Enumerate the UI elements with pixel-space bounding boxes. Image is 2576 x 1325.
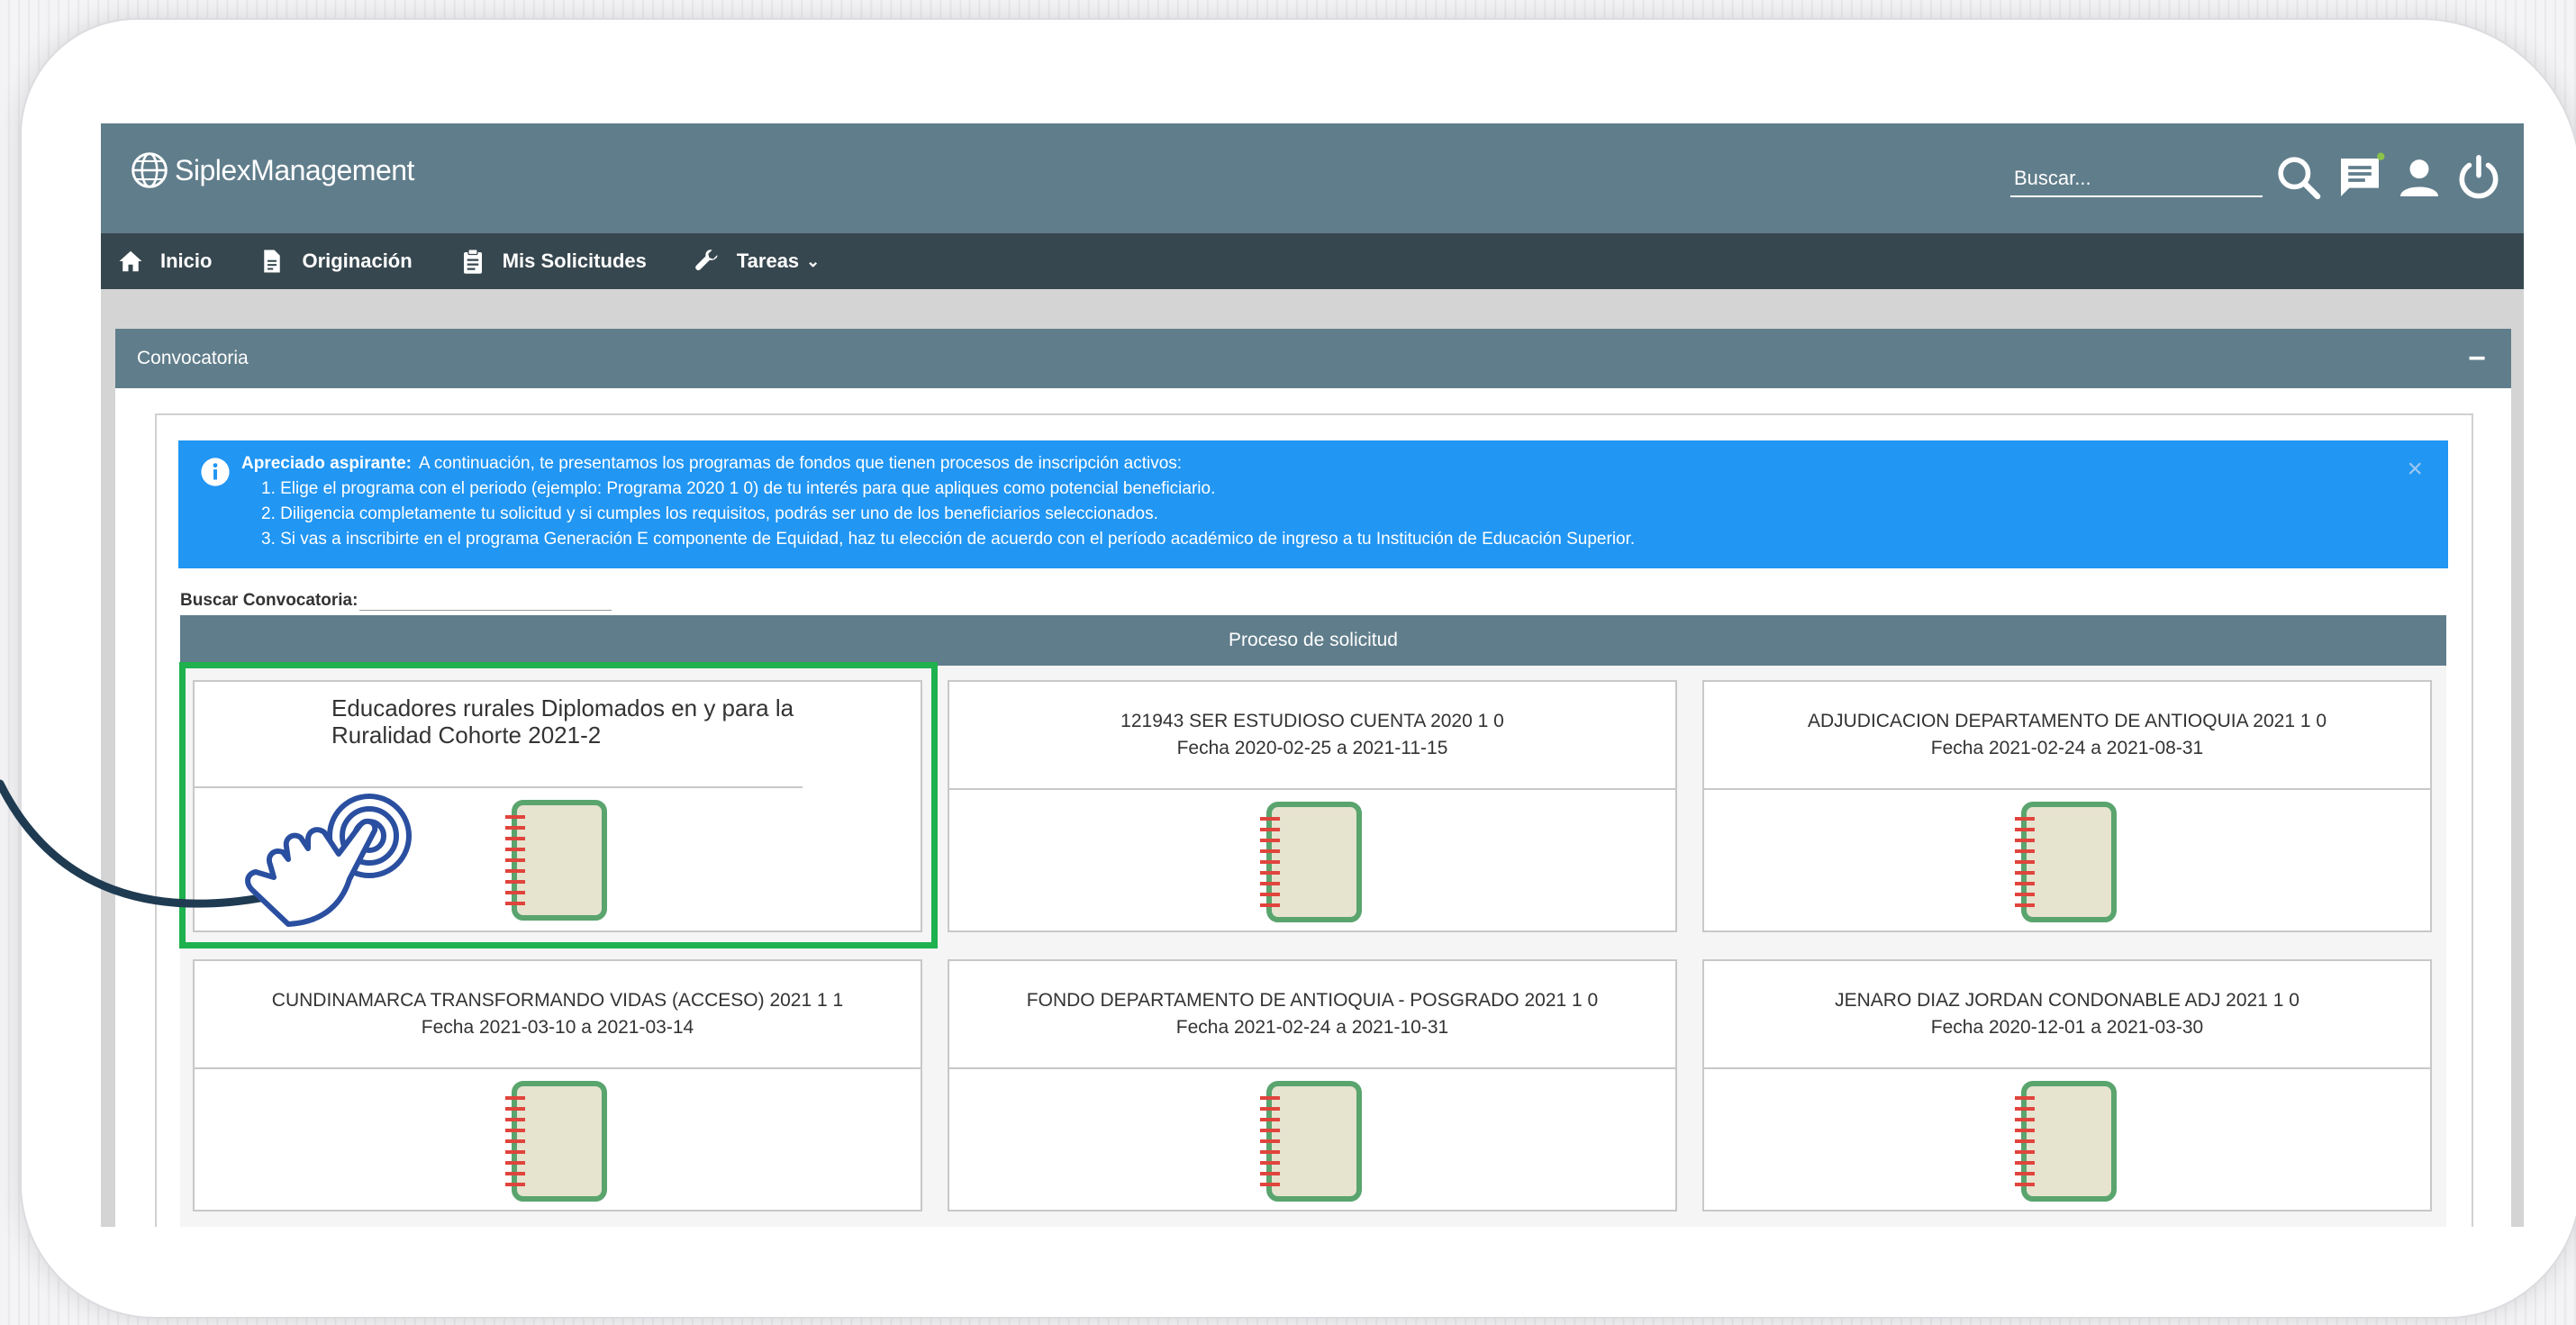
- home-icon: [119, 250, 142, 272]
- convocatoria-card[interactable]: FONDO DEPARTAMENTO DE ANTIOQUIA - POSGRA…: [948, 959, 1677, 1212]
- card-date: Fecha 2020-02-25 a 2021-11-15: [1176, 738, 1448, 758]
- chat-icon[interactable]: [2335, 152, 2385, 203]
- search-convocatoria: Buscar Convocatoria:: [180, 590, 612, 611]
- card-body: [949, 790, 1675, 934]
- power-icon[interactable]: [2454, 152, 2504, 203]
- notebook-icon: [2015, 1081, 2117, 1202]
- nav-label: Originación: [302, 250, 413, 272]
- card-header: CUNDINAMARCA TRANSFORMANDO VIDAS (ACCESO…: [195, 961, 921, 1069]
- search-convocatoria-input[interactable]: [359, 590, 612, 611]
- app-name: SiplexManagement: [175, 153, 414, 186]
- nav-item-tareas[interactable]: Tareas ⌄: [694, 248, 820, 275]
- card-date: Fecha 2021-03-10 a 2021-03-14: [421, 1017, 694, 1038]
- globe-icon: [132, 152, 168, 188]
- convocatoria-card[interactable]: CUNDINAMARCA TRANSFORMANDO VIDAS (ACCESO…: [193, 959, 922, 1212]
- card-title: 121943 SER ESTUDIOSO CUENTA 2020 1 0: [1120, 711, 1504, 731]
- info-icon: [201, 458, 230, 486]
- nav-label: Inicio: [160, 250, 213, 272]
- top-bar: SiplexManagement: [101, 123, 2524, 233]
- alert-close-button[interactable]: ×: [2407, 456, 2423, 483]
- search-icon[interactable]: [2273, 152, 2324, 203]
- card-body: [195, 1069, 921, 1213]
- notebook-icon: [1260, 1081, 1362, 1202]
- notebook-icon: [505, 1081, 607, 1202]
- card-title: JENARO DIAZ JORDAN CONDONABLE ADJ 2021 1…: [1835, 990, 2299, 1011]
- card-header: FONDO DEPARTAMENTO DE ANTIOQUIA - POSGRA…: [949, 961, 1675, 1069]
- nav-item-mis-solicitudes[interactable]: Mis Solicitudes: [459, 248, 647, 275]
- card-header: ADJUDICACION DEPARTAMENTO DE ANTIOQUIA 2…: [1704, 682, 2430, 790]
- convocatoria-card[interactable]: JENARO DIAZ JORDAN CONDONABLE ADJ 2021 1…: [1702, 959, 2432, 1212]
- collapse-button[interactable]: −: [2468, 343, 2486, 374]
- app-logo[interactable]: SiplexManagement: [130, 150, 414, 190]
- chevron-down-icon: ⌄: [806, 251, 821, 270]
- card-date: Fecha 2020-12-01 a 2021-03-30: [1930, 1017, 2204, 1038]
- nav-item-inicio[interactable]: Inicio: [117, 248, 212, 275]
- nav-bar: Inicio Originación Mis Solicitudes Tarea…: [101, 233, 2524, 289]
- alert-line: 3. Si vas a inscribirte en el programa G…: [261, 530, 1636, 549]
- convocatoria-card[interactable]: ADJUDICACION DEPARTAMENTO DE ANTIOQUIA 2…: [1702, 680, 2432, 932]
- card-date: Fecha 2021-02-24 a 2021-10-31: [1175, 1017, 1449, 1038]
- wrench-icon: [695, 250, 718, 271]
- card-title: CUNDINAMARCA TRANSFORMANDO VIDAS (ACCESO…: [271, 990, 844, 1011]
- card-title: ADJUDICACION DEPARTAMENTO DE ANTIOQUIA 2…: [1807, 711, 2327, 731]
- search-input[interactable]: [2010, 161, 2270, 195]
- alert-lead: Apreciado aspirante: A continuación, te p…: [241, 451, 2421, 476]
- clipboard-icon: [463, 249, 482, 274]
- card-header: 121943 SER ESTUDIOSO CUENTA 2020 1 0 Fec…: [949, 682, 1675, 790]
- tap-hand-icon: [245, 794, 412, 927]
- nav-item-originacion[interactable]: Originación: [259, 248, 413, 275]
- notebook-icon: [1260, 802, 1362, 922]
- nav-label: Tareas: [736, 250, 800, 272]
- user-icon[interactable]: [2394, 152, 2444, 203]
- alert-line: 2. Diligencia completamente tu solicitud…: [261, 504, 1158, 523]
- notebook-icon: [2015, 802, 2117, 922]
- document-icon: [264, 250, 281, 273]
- card-date: Fecha 2021-02-24 a 2021-08-31: [1930, 738, 2204, 758]
- info-alert: × Apreciado aspirante: A continuación, te…: [178, 440, 2448, 568]
- card-header: JENARO DIAZ JORDAN CONDONABLE ADJ 2021 1…: [1704, 961, 2430, 1069]
- alert-line: 1. Elige el programa con el periodo (eje…: [261, 479, 1216, 498]
- alert-lead-text: A continuación, te presentamos los progr…: [419, 454, 1183, 473]
- search-box: [2010, 161, 2270, 197]
- card-body: [1704, 790, 2430, 934]
- nav-label: Mis Solicitudes: [502, 250, 647, 272]
- alert-lead-bold: Apreciado aspirante:: [241, 454, 412, 473]
- panel-title: Convocatoria: [137, 348, 249, 368]
- panel-header: Convocatoria −: [115, 329, 2511, 388]
- card-title: FONDO DEPARTAMENTO DE ANTIOQUIA - POSGRA…: [1026, 990, 1599, 1011]
- table-header: Proceso de solicitud: [180, 615, 2446, 666]
- card-body: [1704, 1069, 2430, 1213]
- card-body: [949, 1069, 1675, 1213]
- search-convocatoria-label: Buscar Convocatoria:: [180, 591, 358, 610]
- convocatoria-card[interactable]: 121943 SER ESTUDIOSO CUENTA 2020 1 0 Fec…: [948, 680, 1677, 932]
